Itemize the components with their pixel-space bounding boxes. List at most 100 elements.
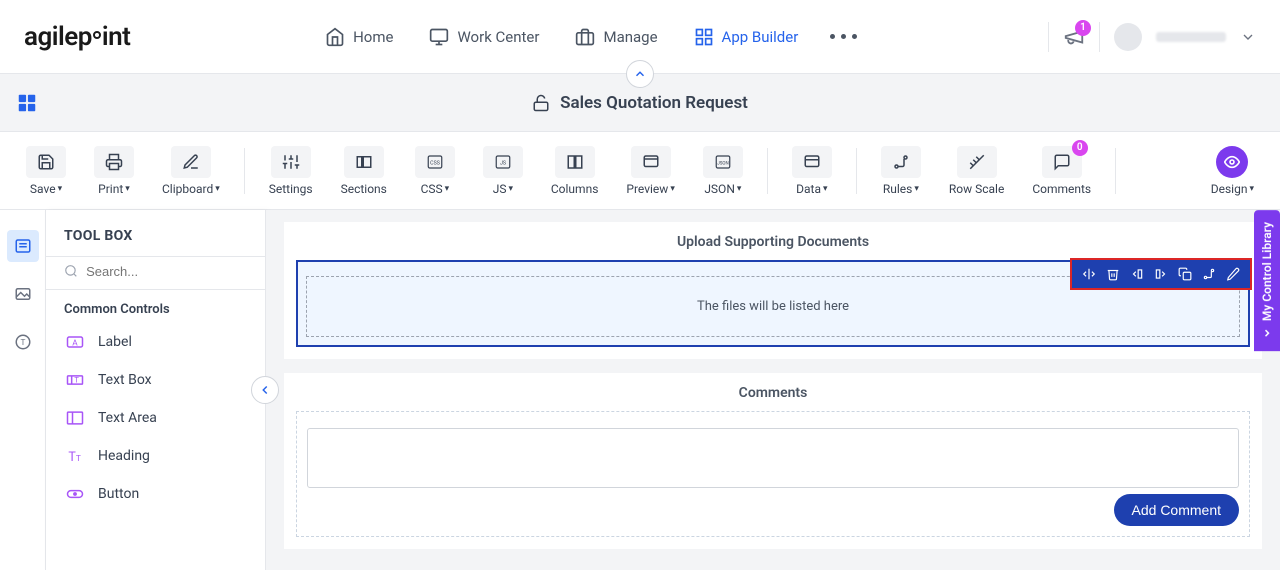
ctrl-heading[interactable]: TTHeading [46,437,265,475]
eye-icon [1224,154,1240,170]
section-comments-title: Comments [296,385,1250,411]
field-tool-delete[interactable] [1102,264,1124,284]
chevron-down-icon [1240,29,1256,45]
preview-icon [642,153,660,171]
heading-glyph-icon: TT [65,446,85,466]
title-bar: Sales Quotation Request [0,74,1280,132]
field-tool-insert-left[interactable] [1126,264,1148,284]
collapse-toolbox-button[interactable] [251,376,279,404]
toolbox-group-label: Common Controls [46,290,265,323]
print-button[interactable]: Print▾ [84,140,144,202]
data-button[interactable]: Data▾ [782,140,842,202]
nav-home-label: Home [353,28,393,46]
sections-button[interactable]: Sections [331,140,397,202]
print-icon [105,153,123,171]
field-tool-insert-right[interactable] [1150,264,1172,284]
toolbar: Save▾ Print▾ Clipboard▾ Settings Section… [0,132,1280,210]
page-title: Sales Quotation Request [560,93,748,113]
sliders-icon [282,153,300,171]
insert-right-icon [1154,267,1168,281]
section-comments[interactable]: Comments Add Comment [284,373,1262,549]
row-scale-button[interactable]: Row Scale [939,140,1014,202]
workspace: T TOOL BOX Common Controls ALabel TText … [0,210,1280,570]
field-tools [1072,260,1250,288]
search-input[interactable] [86,264,247,279]
user-avatar[interactable] [1114,23,1142,51]
field-tool-rules[interactable] [1198,264,1220,284]
nav-more[interactable] [820,19,867,55]
ctrl-textarea[interactable]: Text Area [46,399,265,437]
rail-toolbox[interactable] [7,230,39,262]
toolbox-search[interactable] [46,256,265,290]
js-button[interactable]: JSJS▾ [473,140,533,202]
columns-icon [566,153,584,171]
nav-home[interactable]: Home [311,19,407,55]
ctrl-button[interactable]: Button [46,475,265,513]
svg-text:T: T [74,376,79,385]
field-tool-edit[interactable] [1222,264,1244,284]
add-comment-button[interactable]: Add Comment [1114,494,1239,526]
comments-button[interactable]: 0Comments [1022,140,1101,202]
collapse-nav-button[interactable] [626,60,654,88]
svg-text:T: T [20,338,25,348]
copy-icon [1178,267,1192,281]
nav-work-center[interactable]: Work Center [415,19,553,55]
nav-app-builder[interactable]: App Builder [680,19,813,55]
form-canvas[interactable]: Upload Supporting Documents The files wi… [266,210,1280,570]
rail-image[interactable] [7,278,39,310]
ctrl-textbox[interactable]: TText Box [46,361,265,399]
textbox-glyph-icon: T [65,370,85,390]
selected-field[interactable]: The files will be listed here [296,260,1250,347]
briefcase-icon [575,27,595,47]
pencil-icon [1226,267,1240,281]
my-control-library-tab[interactable]: My Control Library [1254,210,1280,351]
design-mode-button[interactable]: Design▾ [1201,140,1264,202]
grid-icon [694,27,714,47]
nav-app-builder-label: App Builder [722,28,799,46]
rail-text[interactable]: T [7,326,39,358]
data-icon [803,153,821,171]
preview-button[interactable]: Preview▾ [616,140,684,202]
settings-button[interactable]: Settings [259,140,323,202]
label-glyph-icon: A [65,332,85,352]
section-upload[interactable]: Upload Supporting Documents The files wi… [284,222,1262,359]
user-menu-chevron[interactable] [1240,29,1256,45]
save-button[interactable]: Save▾ [16,140,76,202]
image-icon [14,285,32,303]
chevron-up-icon [633,67,647,81]
nav-manage-label: Manage [603,28,657,46]
comment-icon [1053,153,1071,171]
user-name [1156,32,1226,42]
svg-text:CSS: CSS [430,160,440,166]
notifications-button[interactable]: 1 [1063,26,1085,48]
list-icon [14,237,32,255]
textarea-glyph-icon [65,408,85,428]
save-icon [37,153,55,171]
columns-button[interactable]: Columns [541,140,609,202]
notif-badge: 1 [1075,20,1091,36]
apps-grid-button[interactable] [16,92,38,114]
comment-textarea[interactable] [307,428,1239,488]
trash-icon [1106,267,1120,281]
field-tool-move[interactable] [1078,264,1100,284]
flow-icon [1202,267,1216,281]
rules-icon [892,153,910,171]
nav-manage[interactable]: Manage [561,19,671,55]
button-glyph-icon [65,484,85,504]
field-tool-copy[interactable] [1174,264,1196,284]
js-icon: JS [494,153,512,171]
svg-text:JSON: JSON [717,160,728,166]
clipboard-button[interactable]: Clipboard▾ [152,140,230,202]
css-button[interactable]: CSSCSS▾ [405,140,465,202]
edit-icon [182,153,200,171]
monitor-icon [429,27,449,47]
toolbox-panel: TOOL BOX Common Controls ALabel TText Bo… [46,210,266,570]
text-icon: T [14,333,32,351]
home-icon [325,27,345,47]
unlock-icon [532,94,550,112]
rules-button[interactable]: Rules▾ [871,140,931,202]
json-button[interactable]: JSONJSON▾ [693,140,753,202]
ctrl-label[interactable]: ALabel [46,323,265,361]
chevron-left-icon [1261,327,1273,339]
sections-icon [355,153,373,171]
